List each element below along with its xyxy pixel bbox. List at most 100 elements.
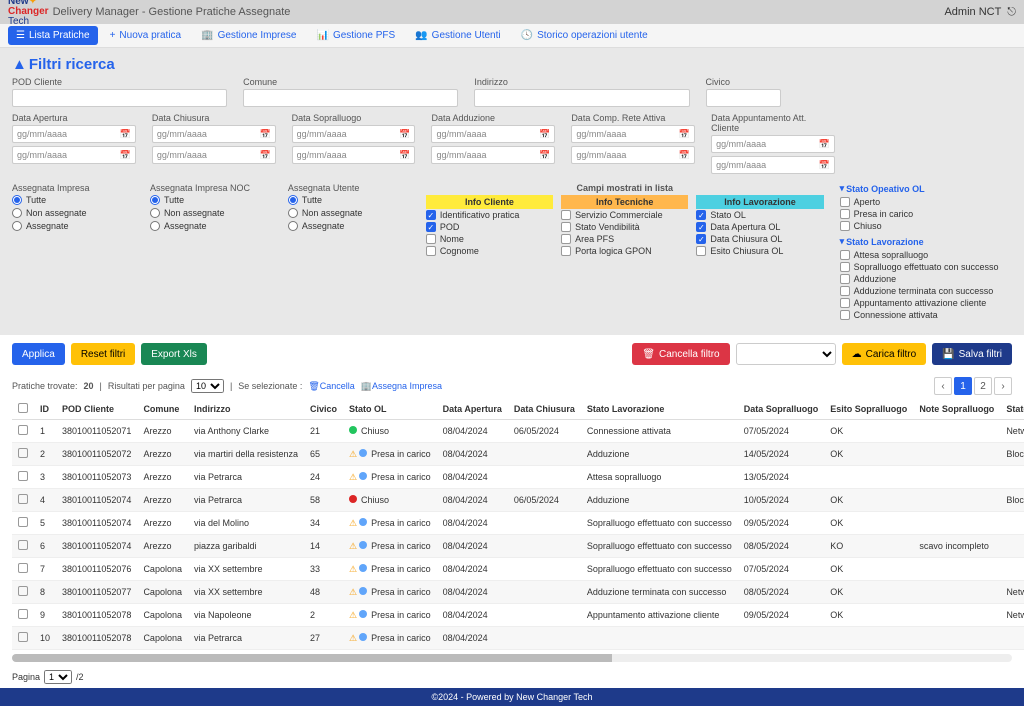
- table-wrap[interactable]: IDPOD ClienteComuneIndirizzoCivicoStato …: [0, 399, 1024, 650]
- date-from-Data Chiusura[interactable]: gg/mm/aaaa📅: [152, 125, 276, 143]
- table-row[interactable]: 738010011052076Capolonavia XX settembre3…: [12, 558, 1024, 581]
- stato-opeativo-title[interactable]: ▾ Stato Opeativo OL: [840, 183, 1012, 194]
- table-row[interactable]: 838010011052077Capolonavia XX settembre4…: [12, 581, 1024, 604]
- table-row[interactable]: 1038010011052078Capolonavia Petrarca27 ⚠…: [12, 627, 1024, 650]
- table-row[interactable]: 338010011052073Arezzovia Petrarca24 ⚠Pre…: [12, 466, 1024, 489]
- nav-item-0[interactable]: ☰Lista Pratiche: [8, 26, 98, 45]
- col-header-1: ID: [34, 399, 56, 420]
- radio-Assegnata Impresa NOC-1[interactable]: Non assegnate: [150, 208, 272, 218]
- logout-icon[interactable]: ⎋: [1007, 6, 1016, 19]
- check-info-tecniche-items-1[interactable]: Stato Vendibilità: [561, 221, 688, 233]
- check-stato-lav-items-3[interactable]: Adduzione terminata con successo: [840, 285, 1012, 297]
- assegna-link[interactable]: 🏢Assegna Impresa: [361, 381, 442, 392]
- check-stato-lav-items-1[interactable]: Sopralluogo effettuato con successo: [840, 261, 1012, 273]
- row-checkbox[interactable]: [18, 632, 28, 642]
- carica-filtro-button[interactable]: ☁Carica filtro: [842, 343, 927, 365]
- date-to-Data Appuntamento Att. Cliente[interactable]: gg/mm/aaaa📅: [711, 156, 835, 174]
- input-POD Cliente[interactable]: [12, 89, 227, 107]
- nav-item-2[interactable]: 🏢Gestione Imprese: [193, 26, 304, 45]
- table-row[interactable]: 638010011052074Arezzopiazza garibaldi14 …: [12, 535, 1024, 558]
- filter-select[interactable]: [736, 343, 836, 365]
- check-info-tecniche-items-2[interactable]: Area PFS: [561, 233, 688, 245]
- row-checkbox[interactable]: [18, 494, 28, 504]
- check-stato-op-items-0[interactable]: Aperto: [840, 196, 1012, 208]
- cancella-filtro-button[interactable]: 🗑Cancella filtro: [632, 343, 729, 365]
- page-next[interactable]: ›: [994, 377, 1012, 395]
- check-stato-lav-items-5[interactable]: Connessione attivata: [840, 309, 1012, 321]
- check-info-lavorazione-items-0[interactable]: ✓Stato OL: [696, 209, 823, 221]
- date-to-Data Adduzione[interactable]: gg/mm/aaaa📅: [431, 146, 555, 164]
- radio-Assegnata Impresa-0[interactable]: Tutte: [12, 195, 134, 205]
- calendar-icon: 📅: [120, 129, 131, 140]
- per-page-select[interactable]: 10: [191, 379, 224, 393]
- nav-item-1[interactable]: +Nuova pratica: [102, 26, 190, 45]
- input-Indirizzo[interactable]: [474, 89, 689, 107]
- check-stato-lav-items-0[interactable]: Attesa sopralluogo: [840, 249, 1012, 261]
- row-checkbox[interactable]: [18, 425, 28, 435]
- check-info-cliente-items-1[interactable]: ✓POD: [426, 221, 553, 233]
- input-Comune[interactable]: [243, 89, 458, 107]
- date-from-Data Appuntamento Att. Cliente[interactable]: gg/mm/aaaa📅: [711, 135, 835, 153]
- nav-item-3[interactable]: 📊Gestione PFS: [309, 26, 404, 45]
- check-info-cliente-items-2[interactable]: Nome: [426, 233, 553, 245]
- page-1[interactable]: 1: [954, 377, 972, 395]
- date-from-Data Apertura[interactable]: gg/mm/aaaa📅: [12, 125, 136, 143]
- row-checkbox[interactable]: [18, 517, 28, 527]
- check-stato-lav-items-4[interactable]: Appuntamento attivazione cliente: [840, 297, 1012, 309]
- filter-title[interactable]: ▲Filtri ricerca: [12, 56, 1012, 73]
- radio-Assegnata Impresa-2[interactable]: Assegnate: [12, 221, 134, 231]
- check-info-lavorazione-items-1[interactable]: ✓Data Apertura OL: [696, 221, 823, 233]
- table-row[interactable]: 538010011052074Arezzovia del Molino34 ⚠P…: [12, 512, 1024, 535]
- check-stato-op-items-1[interactable]: Presa in carico: [840, 208, 1012, 220]
- nav-item-5[interactable]: 🕓Storico operazioni utente: [513, 26, 656, 45]
- input-Civico[interactable]: [706, 89, 781, 107]
- table-row[interactable]: 138010011052071Arezzovia Anthony Clarke2…: [12, 420, 1024, 443]
- collapse-icon[interactable]: ▲: [12, 56, 27, 73]
- radio-Assegnata Utente-2[interactable]: Assegnate: [288, 221, 410, 231]
- date-to-Data Comp. Rete Attiva[interactable]: gg/mm/aaaa📅: [571, 146, 695, 164]
- row-checkbox[interactable]: [18, 609, 28, 619]
- page-prev[interactable]: ‹: [934, 377, 952, 395]
- export-button[interactable]: Export Xls: [141, 343, 207, 365]
- row-checkbox[interactable]: [18, 586, 28, 596]
- date-from-Data Comp. Rete Attiva[interactable]: gg/mm/aaaa📅: [571, 125, 695, 143]
- check-info-cliente-items-0[interactable]: ✓Identificativo pratica: [426, 209, 553, 221]
- nav-item-4[interactable]: 👥Gestione Utenti: [407, 26, 508, 45]
- date-to-Data Chiusura[interactable]: gg/mm/aaaa📅: [152, 146, 276, 164]
- status-dot: [359, 541, 367, 549]
- select-all-checkbox[interactable]: [18, 403, 28, 413]
- radio-Assegnata Impresa NOC-2[interactable]: Assegnate: [150, 221, 272, 231]
- horizontal-scrollbar[interactable]: [12, 654, 1012, 662]
- table-row[interactable]: 438010011052074Arezzovia Petrarca58 Chiu…: [12, 489, 1024, 512]
- row-checkbox[interactable]: [18, 448, 28, 458]
- check-info-lavorazione-items-3[interactable]: Esito Chiusura OL: [696, 245, 823, 257]
- radio-Assegnata Impresa-1[interactable]: Non assegnate: [12, 208, 134, 218]
- salva-filtri-button[interactable]: 💾Salva filtri: [932, 343, 1012, 365]
- page-2[interactable]: 2: [974, 377, 992, 395]
- table-row[interactable]: 938010011052078Capolonavia Napoleone2 ⚠P…: [12, 604, 1024, 627]
- cancella-link[interactable]: 🗑Cancella: [308, 381, 354, 392]
- row-checkbox[interactable]: [18, 471, 28, 481]
- check-info-cliente-items-3[interactable]: Cognome: [426, 245, 553, 257]
- date-from-Data Adduzione[interactable]: gg/mm/aaaa📅: [431, 125, 555, 143]
- check-info-lavorazione-items-2[interactable]: ✓Data Chiusura OL: [696, 233, 823, 245]
- check-stato-op-items-2[interactable]: Chiuso: [840, 220, 1012, 232]
- check-info-tecniche-items-0[interactable]: Servizio Commerciale: [561, 209, 688, 221]
- table-row[interactable]: 238010011052072Arezzovia martiri della r…: [12, 443, 1024, 466]
- row-checkbox[interactable]: [18, 540, 28, 550]
- check-info-tecniche-items-3[interactable]: Porta logica GPON: [561, 245, 688, 257]
- radio-Assegnata Utente-0[interactable]: Tutte: [288, 195, 410, 205]
- date-to-Data Sopralluogo[interactable]: gg/mm/aaaa📅: [292, 146, 416, 164]
- row-checkbox[interactable]: [18, 563, 28, 573]
- date-from-Data Sopralluogo[interactable]: gg/mm/aaaa📅: [292, 125, 416, 143]
- calendar-icon: 📅: [539, 150, 550, 161]
- date-to-Data Apertura[interactable]: gg/mm/aaaa📅: [12, 146, 136, 164]
- radio-Assegnata Impresa NOC-0[interactable]: Tutte: [150, 195, 272, 205]
- stato-lavorazione-title[interactable]: ▾ Stato Lavorazione: [840, 236, 1012, 247]
- page-select[interactable]: 1: [44, 670, 72, 684]
- radio-Assegnata Utente-1[interactable]: Non assegnate: [288, 208, 410, 218]
- check-stato-lav-items-2[interactable]: Adduzione: [840, 273, 1012, 285]
- applica-button[interactable]: Applica: [12, 343, 65, 365]
- status-dot: [359, 633, 367, 641]
- reset-button[interactable]: Reset filtri: [71, 343, 135, 365]
